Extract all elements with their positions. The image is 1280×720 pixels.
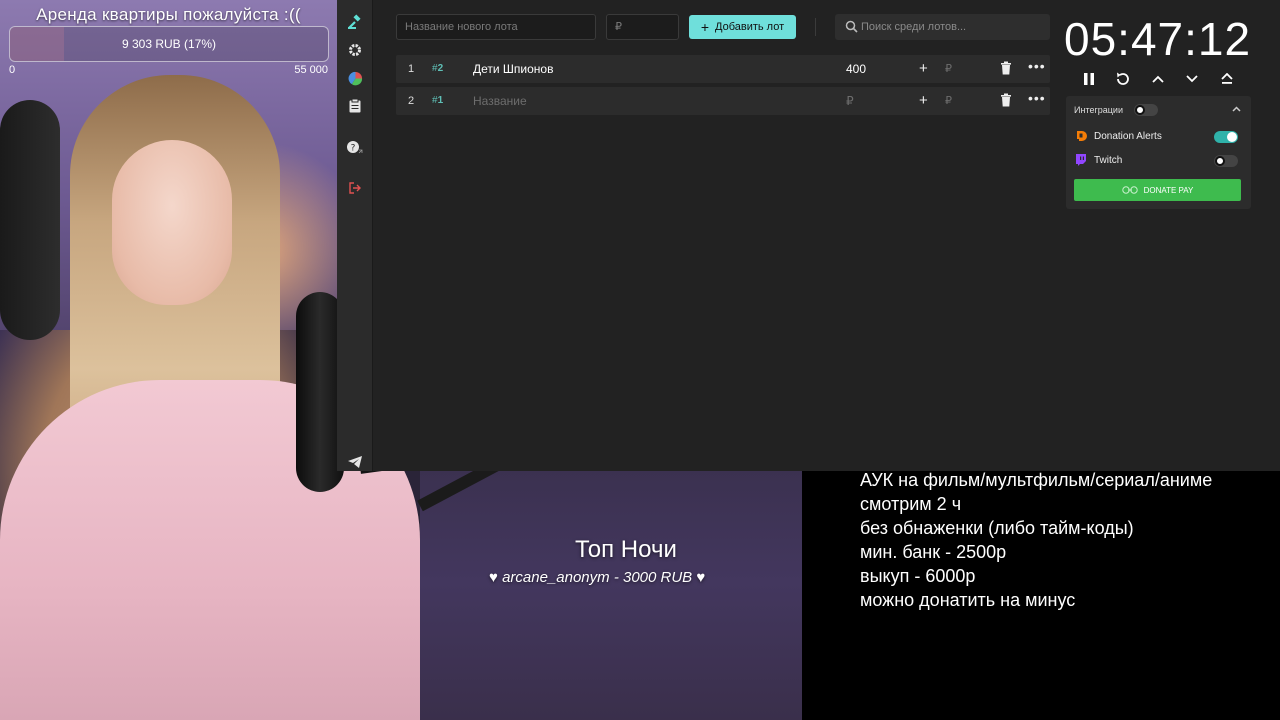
auction-timer: 05:47:12 — [1064, 13, 1252, 65]
auction-rules: АУК на фильм/мультфильм/сериал/аниме смо… — [860, 468, 1275, 612]
toggle-knob — [1135, 105, 1145, 115]
clipboard-icon[interactable] — [343, 94, 367, 118]
integrations-master-toggle[interactable] — [1134, 104, 1158, 116]
rules-line: мин. банк - 2500р — [860, 542, 1007, 562]
heart-icon: ♥ — [696, 569, 706, 586]
toggle-knob — [1215, 156, 1225, 166]
integrations-title: Интеграции — [1074, 105, 1123, 115]
top-donor-text: arcane_anonym - 3000 RUB — [502, 569, 693, 586]
lot-name[interactable]: Дети Шпионов — [473, 62, 553, 76]
goal-progress-bar: 9 303 RUB (17%) — [9, 26, 329, 62]
add-amount-button[interactable]: + — [919, 60, 928, 77]
lot-name-placeholder[interactable]: Название — [473, 94, 527, 108]
lot-row: 1 #2 Дети Шпионов 400 + ₽ ••• — [396, 55, 1050, 83]
top-of-night-entry: ♥ arcane_anonym - 3000 RUB ♥ — [489, 569, 705, 586]
toggle-knob — [1227, 132, 1237, 142]
double-chevron-up-icon[interactable] — [1218, 70, 1236, 88]
lot-index: 1 — [408, 63, 415, 75]
streamer-face — [112, 140, 232, 305]
goal-max-label: 55 000 — [294, 64, 328, 76]
lot-amount-placeholder[interactable]: ₽ — [846, 94, 854, 108]
sidebar-nav: ? — [337, 0, 373, 471]
telegram-icon[interactable] — [343, 450, 367, 474]
donation-alerts-label: Donation Alerts — [1094, 131, 1162, 142]
goal-progress-text: 9 303 RUB (17%) — [121, 37, 217, 51]
add-lot-button[interactable]: + Добавить лот — [689, 15, 796, 39]
reset-icon[interactable] — [1114, 70, 1132, 88]
goal-min-label: 0 — [9, 64, 16, 76]
auction-icon[interactable] — [343, 10, 367, 34]
add-amount-input[interactable]: ₽ — [945, 62, 952, 75]
add-amount-button[interactable]: + — [919, 92, 928, 109]
add-amount-input[interactable]: ₽ — [945, 94, 952, 107]
gear-icon[interactable] — [343, 38, 367, 62]
logout-icon[interactable] — [343, 176, 367, 200]
lot-search-input[interactable] — [861, 14, 1046, 40]
rules-line: выкуп - 6000р — [860, 566, 976, 586]
pause-icon[interactable] — [1080, 70, 1098, 88]
lot-tag: #2 — [432, 63, 443, 74]
chevron-down-icon[interactable] — [1183, 70, 1201, 88]
lot-search — [835, 14, 1050, 40]
plus-icon: + — [700, 19, 710, 35]
pie-chart-icon[interactable] — [343, 66, 367, 90]
svg-text:?: ? — [351, 144, 356, 154]
goal-title: Аренда квартиры пожалуйста :(( — [36, 5, 301, 24]
donate-pay-label: DONATE PAY — [1143, 185, 1194, 195]
donate-pay-icon — [1121, 186, 1138, 194]
twitch-toggle[interactable] — [1214, 155, 1238, 167]
gaming-chair — [0, 100, 60, 340]
new-lot-name-input[interactable] — [396, 14, 596, 40]
lot-row: 2 #1 Название ₽ + ₽ ••• — [396, 87, 1050, 115]
lot-tag-number: 2 — [437, 63, 444, 74]
donation-alerts-toggle[interactable] — [1214, 131, 1238, 143]
donation-alerts-icon — [1077, 131, 1087, 141]
donation-goal-widget: Аренда квартиры пожалуйста :(( 9 303 RUB… — [0, 0, 337, 80]
twitch-icon — [1076, 154, 1086, 166]
new-lot-amount-input[interactable] — [606, 14, 679, 40]
integrations-card: Интеграции Donation Alerts Twitch DONATE… — [1066, 96, 1251, 209]
chevron-up-icon[interactable] — [1149, 70, 1167, 88]
rules-line: без обнаженки (либо тайм-коды) — [860, 518, 1134, 538]
more-options-icon[interactable]: ••• — [1028, 58, 1046, 74]
lot-amount[interactable]: 400 — [846, 62, 866, 76]
top-of-night-title: Топ Ночи — [575, 536, 677, 563]
help-icon[interactable]: ? — [343, 135, 367, 159]
lot-tag-number: 1 — [437, 95, 444, 106]
rules-line: можно донатить на минус — [860, 590, 1076, 610]
lot-index: 2 — [408, 95, 415, 107]
lot-tag: #1 — [432, 95, 443, 106]
trash-icon[interactable] — [1000, 61, 1012, 75]
chevron-up-icon[interactable] — [1232, 104, 1241, 115]
donate-pay-button[interactable]: DONATE PAY — [1074, 179, 1241, 201]
trash-icon[interactable] — [1000, 93, 1012, 107]
more-options-icon[interactable]: ••• — [1028, 90, 1046, 106]
room-background — [420, 470, 802, 720]
add-lot-label: Добавить лот — [715, 21, 785, 33]
search-icon — [845, 20, 858, 33]
twitch-label: Twitch — [1094, 155, 1123, 166]
toolbar-divider — [815, 18, 816, 36]
rules-line: смотрим 2 ч — [860, 494, 962, 514]
heart-icon: ♥ — [489, 569, 498, 586]
rules-line: АУК на фильм/мультфильм/сериал/аниме — [860, 470, 1213, 490]
